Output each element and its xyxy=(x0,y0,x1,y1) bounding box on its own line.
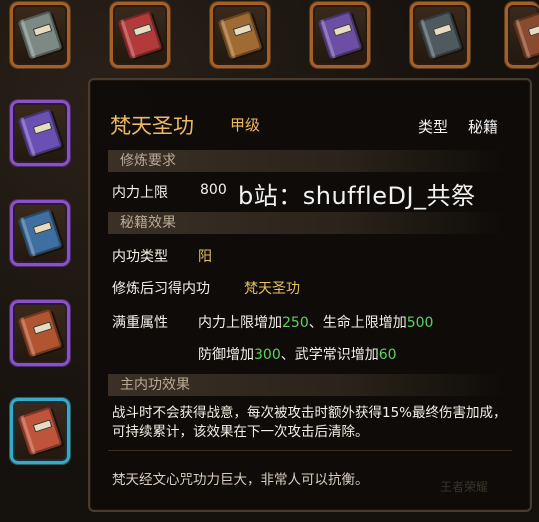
inventory-slot-6[interactable] xyxy=(505,2,539,68)
book-icon xyxy=(417,10,463,60)
max-line-2: 防御增加300、武学常识增加60 xyxy=(198,344,397,364)
max-line-1-c: 、生命上限增加 xyxy=(308,315,407,331)
section-effects: 秘籍效果 xyxy=(108,212,508,234)
learn-value: 梵天圣功 xyxy=(244,281,300,297)
req-label: 内力上限 xyxy=(112,185,168,201)
inventory-slot-9[interactable] xyxy=(10,300,70,366)
req-value: 800 xyxy=(200,182,227,198)
max-line-2-c: 、武学常识增加 xyxy=(280,347,379,363)
inventory-slot-5[interactable] xyxy=(410,2,470,68)
book-icon xyxy=(117,10,163,60)
max-label: 满重属性 xyxy=(112,315,168,331)
max-line-1-a: 内力上限增加 xyxy=(198,315,282,331)
section-main-effect: 主内功效果 xyxy=(108,374,508,396)
book-icon xyxy=(17,308,63,358)
max-line-1-b: 250 xyxy=(282,315,309,331)
inventory-slot-4[interactable] xyxy=(310,2,370,68)
item-tooltip: 梵天圣功 甲级 类型 秘籍 修炼要求 内力上限 800 b站：shuffleDJ… xyxy=(88,78,532,512)
neigong-type-label: 内功类型 xyxy=(112,249,168,265)
inventory-slot-2[interactable] xyxy=(110,2,170,68)
neigong-type-value: 阳 xyxy=(198,249,212,265)
item-type-label: 类型 xyxy=(418,118,449,136)
inventory-slot-1[interactable] xyxy=(10,2,70,68)
max-line-2-b: 300 xyxy=(254,347,281,363)
item-type-value: 秘籍 xyxy=(468,118,499,136)
book-icon xyxy=(217,10,263,60)
book-icon xyxy=(17,10,63,60)
tooltip-divider xyxy=(108,450,512,451)
main-effect-description: 战斗时不会获得战意，每次被攻击时额外获得15%最终伤害加成，可持续累计，该效果在… xyxy=(112,405,507,440)
max-line-1-d: 500 xyxy=(406,315,434,331)
book-icon xyxy=(512,10,539,60)
max-line-2-a: 防御增加 xyxy=(198,347,254,363)
section-requirements: 修炼要求 xyxy=(108,150,508,172)
flavor-text: 梵天经文心咒功力巨大，非常人可以抗衡。 xyxy=(112,472,369,488)
learn-label: 修炼后习得内功 xyxy=(112,281,210,297)
item-title: 梵天圣功 xyxy=(110,114,194,138)
book-icon xyxy=(17,208,63,258)
max-line-2-d: 60 xyxy=(378,347,397,363)
book-icon xyxy=(17,406,63,456)
watermark-text: b站：shuffleDJ_共祭 xyxy=(238,182,476,210)
item-grade: 甲级 xyxy=(230,116,261,134)
book-icon xyxy=(317,10,363,60)
inventory-slot-3[interactable] xyxy=(210,2,270,68)
book-icon xyxy=(17,108,63,158)
max-line-1: 内力上限增加250、生命上限增加500 xyxy=(198,312,433,332)
inventory-slot-10[interactable] xyxy=(10,398,70,464)
corner-logo: 王者荣耀 xyxy=(440,480,489,494)
inventory-slot-8[interactable] xyxy=(10,200,70,266)
inventory-slot-7[interactable] xyxy=(10,100,70,166)
